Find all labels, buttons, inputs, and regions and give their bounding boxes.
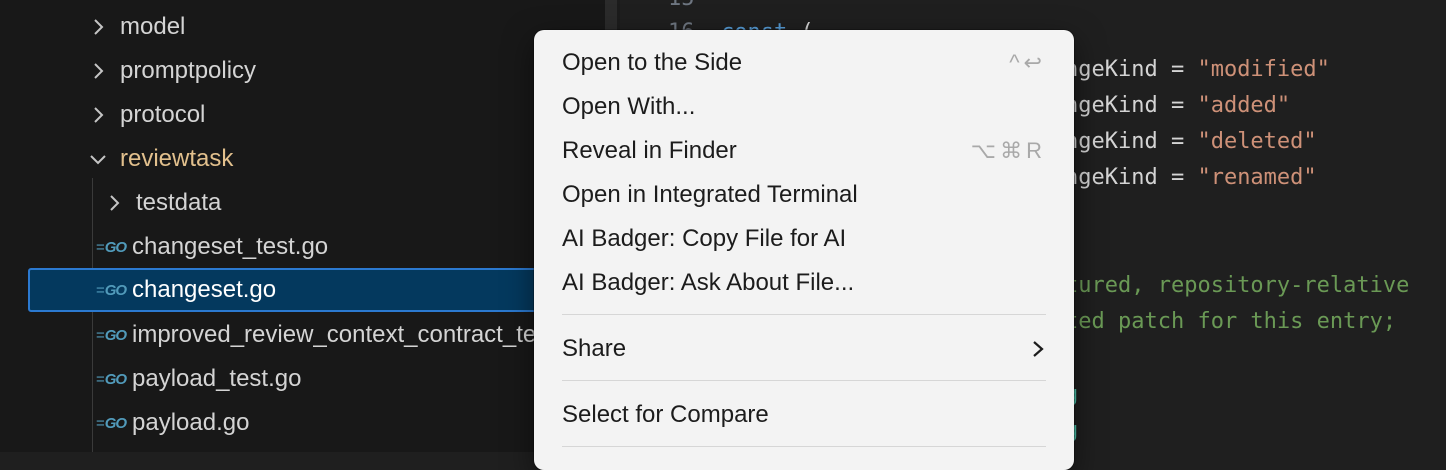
chevron-right-icon <box>88 105 108 125</box>
menu-item-label: Open in Integrated Terminal <box>562 181 858 208</box>
tree-item-changeset-test[interactable]: GO changeset_test.go <box>20 225 605 269</box>
tree-item-label: payload_test.go <box>132 365 302 392</box>
tree-item-label: promptpolicy <box>120 57 257 84</box>
chevron-right-icon <box>1030 338 1046 360</box>
menu-item-ai-copy-file[interactable]: AI Badger: Copy File for AI <box>562 219 1046 259</box>
chevron-right-icon <box>88 61 108 81</box>
menu-item-open-in-terminal[interactable]: Open in Integrated Terminal <box>562 175 1046 215</box>
menu-shortcut: ⌥⌘R <box>970 138 1046 163</box>
tree-item-payload-test[interactable]: GO payload_test.go <box>20 357 605 401</box>
code-string: "deleted" <box>1197 129 1317 154</box>
chevron-right-icon <box>88 17 108 37</box>
code-line-18: ngeKind = "added" <box>1065 93 1290 118</box>
tree-item-label: improved_review_context_contract_test.go <box>132 321 589 348</box>
code-line-19: ngeKind = "deleted" <box>1065 129 1317 154</box>
code-ident: ngeKind = <box>1065 129 1198 154</box>
menu-item-label: Open to the Side <box>562 49 743 76</box>
code-ident: ngeKind = <box>1065 93 1198 118</box>
code-string: "added" <box>1197 93 1291 118</box>
code-line-17: ngeKind = "modified" <box>1065 57 1330 82</box>
tree-item-reviewtask[interactable]: reviewtask <box>20 137 605 181</box>
tree-item-improved-review-context[interactable]: GO improved_review_context_contract_test… <box>20 313 605 357</box>
tree-item-label: reviewtask <box>120 145 234 172</box>
tree-item-label: changeset.go <box>132 276 277 303</box>
tree-item-changeset-selected[interactable]: GO changeset.go <box>28 268 588 312</box>
menu-separator <box>562 380 1046 381</box>
menu-shortcut: ^↩ <box>1009 50 1046 75</box>
context-menu: Open to the Side ^↩ Open With... Reveal … <box>534 30 1074 470</box>
code-comment-line: ted patch for this entry; <box>1065 309 1397 334</box>
tree-item-promptpolicy[interactable]: promptpolicy <box>20 49 605 93</box>
tree-item-label: model <box>120 13 186 40</box>
menu-item-label: Share <box>562 335 627 362</box>
menu-item-label: Reveal in Finder <box>562 137 737 164</box>
code-comment-line: tured, repository-relative <box>1065 273 1410 298</box>
menu-separator <box>562 314 1046 315</box>
menu-item-label: AI Badger: Copy File for AI <box>562 225 847 252</box>
menu-item-label: AI Badger: Ask About File... <box>562 269 855 296</box>
menu-item-reveal-in-finder[interactable]: Reveal in Finder ⌥⌘R <box>562 131 1046 171</box>
line-number: 15 <box>668 0 695 11</box>
tree-item-model[interactable]: model <box>20 5 605 49</box>
code-line-20: ngeKind = "renamed" <box>1065 165 1317 190</box>
go-file-icon: GO <box>96 282 130 299</box>
tree-item-label: payload.go <box>132 409 250 436</box>
menu-separator <box>562 446 1046 447</box>
go-file-icon: GO <box>96 371 130 388</box>
menu-item-ai-ask-about-file[interactable]: AI Badger: Ask About File... <box>562 263 1046 303</box>
go-file-icon: GO <box>96 327 130 344</box>
code-string: "renamed" <box>1197 165 1317 190</box>
tree-item-label: testdata <box>136 189 222 216</box>
menu-item-open-to-side[interactable]: Open to the Side ^↩ <box>562 43 1046 83</box>
tree-item-payload[interactable]: GO payload.go <box>20 401 605 445</box>
tree-item-label: protocol <box>120 101 206 128</box>
code-ident: ngeKind = <box>1065 57 1198 82</box>
menu-item-open-with[interactable]: Open With... <box>562 87 1046 127</box>
menu-item-select-for-compare[interactable]: Select for Compare <box>562 395 1046 435</box>
menu-item-label: Open With... <box>562 93 696 120</box>
code-string: "modified" <box>1197 57 1330 82</box>
tree-item-label: changeset_test.go <box>132 233 329 260</box>
go-file-icon: GO <box>96 415 130 432</box>
menu-item-share[interactable]: Share <box>562 329 1046 369</box>
tree-item-protocol[interactable]: protocol <box>20 93 605 137</box>
chevron-right-icon <box>104 193 124 213</box>
code-ident: ngeKind = <box>1065 165 1198 190</box>
chevron-down-icon <box>88 149 108 169</box>
menu-item-label: Select for Compare <box>562 401 769 428</box>
activity-bar-edge <box>0 0 20 452</box>
go-file-icon: GO <box>96 239 130 256</box>
tree-item-testdata[interactable]: testdata <box>20 181 605 225</box>
